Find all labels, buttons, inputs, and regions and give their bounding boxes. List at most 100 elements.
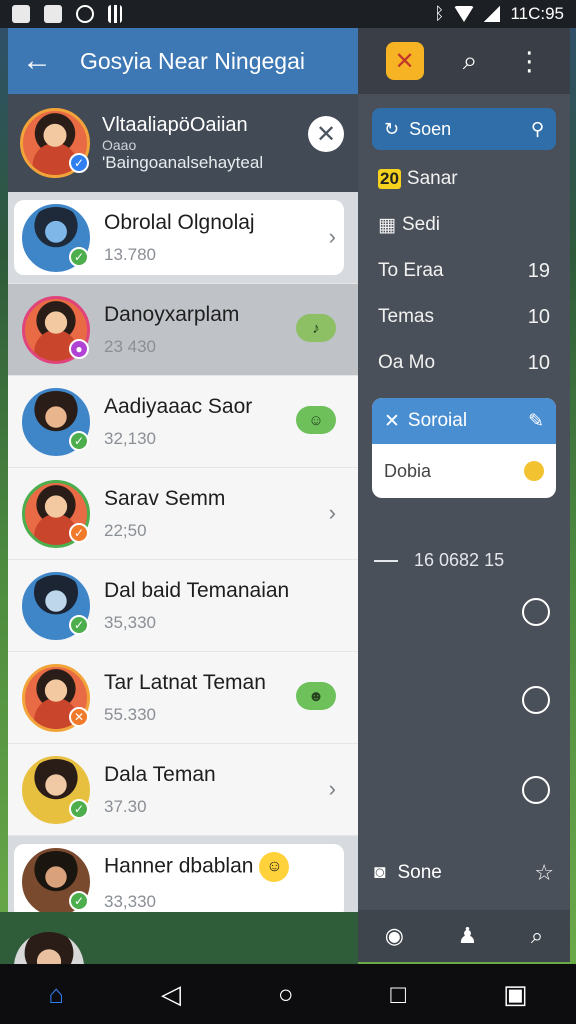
chat-list-panel: ← Gosyia Near Ningegai ✓ VltaaliapöOaiia…	[8, 28, 358, 912]
contact-meta: 33,330	[104, 891, 156, 911]
contact-name: Aadiyaaac Saor	[104, 394, 253, 418]
avatar: ✓	[22, 755, 90, 824]
drawer-footer[interactable]: ◙ Sone ☆	[358, 860, 570, 886]
contact-meta: 37.30	[104, 796, 147, 816]
list-item[interactable]: ✓ Obrolal Olgnolaj 13.780 ›	[8, 192, 358, 284]
system-nav-bar: ⌂ ◁ ○ □ ▣	[0, 964, 576, 1024]
avatar: ✓	[22, 571, 90, 640]
music-icon[interactable]: ♪	[296, 314, 336, 342]
drawer-item-oa-mo[interactable]: Oa Mo 10	[358, 340, 570, 386]
signal-icon	[484, 6, 501, 22]
side-drawer: ✕ ⌕ ⋮ ↻ Soen ⚲ 20 Sanar ▦ Sedi To Eraa 1…	[358, 28, 570, 962]
online-icon: ✓	[69, 614, 89, 635]
status-icon: ●	[69, 338, 89, 359]
contact-list: ✓ Obrolal Olgnolaj 13.780 › ● Danoyxarpl…	[8, 192, 358, 912]
search-icon[interactable]: ⌕	[531, 923, 543, 949]
list-item[interactable]: ✕ Tar Latnat Teman 55.330 ☻	[8, 652, 358, 744]
avatar: ●	[22, 295, 90, 364]
app-logo-icon[interactable]: ✕	[385, 42, 424, 80]
list-item[interactable]: ✓ Sarav Semm 22;50 ›	[8, 468, 358, 560]
drawer-item-label: Sedi	[401, 214, 440, 235]
drawer-item-label: Oa Mo	[378, 352, 436, 373]
online-icon: ✓	[69, 430, 89, 451]
list-item[interactable]: ✓ Dal baid Temanaian 35,330	[8, 560, 358, 652]
back-icon[interactable]: ◁	[161, 979, 181, 1010]
avatar: ✓	[22, 479, 90, 548]
avatar: ✕	[22, 663, 90, 732]
bars-icon	[108, 5, 122, 23]
power-alt-icon[interactable]	[522, 686, 550, 714]
search-chip-label: Soen	[409, 118, 452, 139]
circle-icon[interactable]: ◉	[385, 923, 404, 949]
social-card-body: Dobia	[372, 444, 556, 498]
contact-meta: 23 430	[104, 336, 156, 356]
sun-icon	[524, 461, 544, 481]
footer-label: Sone	[397, 862, 442, 883]
social-card-text: Dobia	[384, 460, 432, 481]
social-card-header: ✕ Soroial ✎	[372, 398, 556, 444]
clock-icon[interactable]	[522, 776, 550, 804]
person-add-icon[interactable]: ⚲	[531, 119, 544, 140]
contact-name-text: Hanner dbablan	[104, 854, 254, 878]
smiley-icon: ☺	[259, 851, 290, 882]
more-vert-icon[interactable]: ⋮	[516, 46, 542, 77]
contact-name: Dala Teman	[104, 762, 216, 786]
contact-meta: 55.330	[104, 704, 156, 724]
selected-contact-card[interactable]: ✓ VltaaliapöOaiian Oaao 'Baingoanalsehay…	[8, 94, 358, 192]
drawer-item-sanar[interactable]: 20 Sanar	[358, 156, 570, 202]
list-item[interactable]: ✓ Hanner dbablan ☺ 33,330	[8, 836, 358, 912]
back-arrow-icon[interactable]: ←	[22, 44, 62, 78]
pin-icon[interactable]: ✎	[528, 410, 544, 433]
social-card[interactable]: ✕ Soroial ✎ Dobia	[372, 398, 556, 498]
search-chip[interactable]: ↻ Soen ⚲	[372, 108, 556, 150]
person-icon[interactable]: ♟	[458, 923, 478, 949]
app-bar: ← Gosyia Near Ningegai	[8, 28, 358, 94]
selected-contact-subtitle: Oaao	[102, 136, 137, 153]
home-icon[interactable]: ⌂	[48, 979, 64, 1010]
sim-icon: ▦	[378, 214, 396, 236]
search-icon[interactable]: ⌕	[463, 45, 478, 77]
recents-icon[interactable]: □	[390, 979, 406, 1010]
drawer-item-count: 10	[527, 351, 550, 374]
close-button[interactable]: ✕	[308, 116, 344, 152]
emoji-icon[interactable]: ☻	[296, 682, 336, 710]
drawer-item-label: Sanar	[406, 168, 458, 189]
close-icon: ✕	[315, 120, 337, 148]
social-card-title: Soroial	[407, 410, 468, 431]
screenshot-icon[interactable]: ▣	[503, 979, 528, 1010]
chevron-right-icon: ›	[328, 224, 336, 249]
contact-name: Sarav Semm	[104, 486, 226, 510]
list-item[interactable]: ✓ Aadiyaaac Saor 32,130 ☺	[8, 376, 358, 468]
wifi-icon	[454, 6, 475, 22]
drawer-item-count: 10	[527, 305, 550, 328]
avatar: ✓	[20, 108, 90, 178]
chevron-right-icon: ›	[328, 500, 336, 525]
star-icon[interactable]: ☆	[534, 860, 554, 886]
social-logo-icon: ✕	[384, 410, 400, 432]
online-icon: ✓	[69, 246, 89, 267]
refresh-icon: ↻	[384, 118, 400, 139]
home-button-icon[interactable]: ○	[278, 979, 294, 1010]
power-icon[interactable]	[522, 598, 550, 626]
status-icon: ✓	[69, 522, 89, 543]
app-title: Gosyia Near Ningegai	[80, 47, 306, 74]
contact-meta: 32,130	[104, 428, 156, 448]
status-icon: ✕	[69, 706, 89, 727]
divider-text: 16 0682 15	[414, 550, 505, 570]
selected-contact-name: VltaaliapöOaiian	[102, 113, 248, 136]
status-bar: ᛒ 11C:95	[0, 0, 576, 28]
drawer-item-to-eraa[interactable]: To Eraa 19	[358, 248, 570, 294]
drawer-item-temas[interactable]: Temas 10	[358, 294, 570, 340]
notification-icon	[44, 5, 62, 23]
avatar: ✓	[22, 847, 90, 912]
drawer-item-sedi[interactable]: ▦ Sedi	[358, 202, 570, 248]
contact-name: Hanner dbablan ☺	[104, 851, 290, 882]
list-item[interactable]: ● Danoyxarplam 23 430 ♪	[8, 284, 358, 376]
verified-icon: ✓	[69, 153, 89, 173]
drawer-bottom-bar: ◉ ♟ ⌕	[358, 910, 570, 962]
selected-contact-status: 'Baingoanalsehayteal	[102, 152, 264, 172]
drawer-toolbar: ✕ ⌕ ⋮	[358, 28, 570, 94]
list-item[interactable]: ✓ Dala Teman 37.30 ›	[8, 744, 358, 836]
emoji-icon[interactable]: ☺	[296, 406, 336, 434]
dash-icon	[374, 559, 398, 562]
